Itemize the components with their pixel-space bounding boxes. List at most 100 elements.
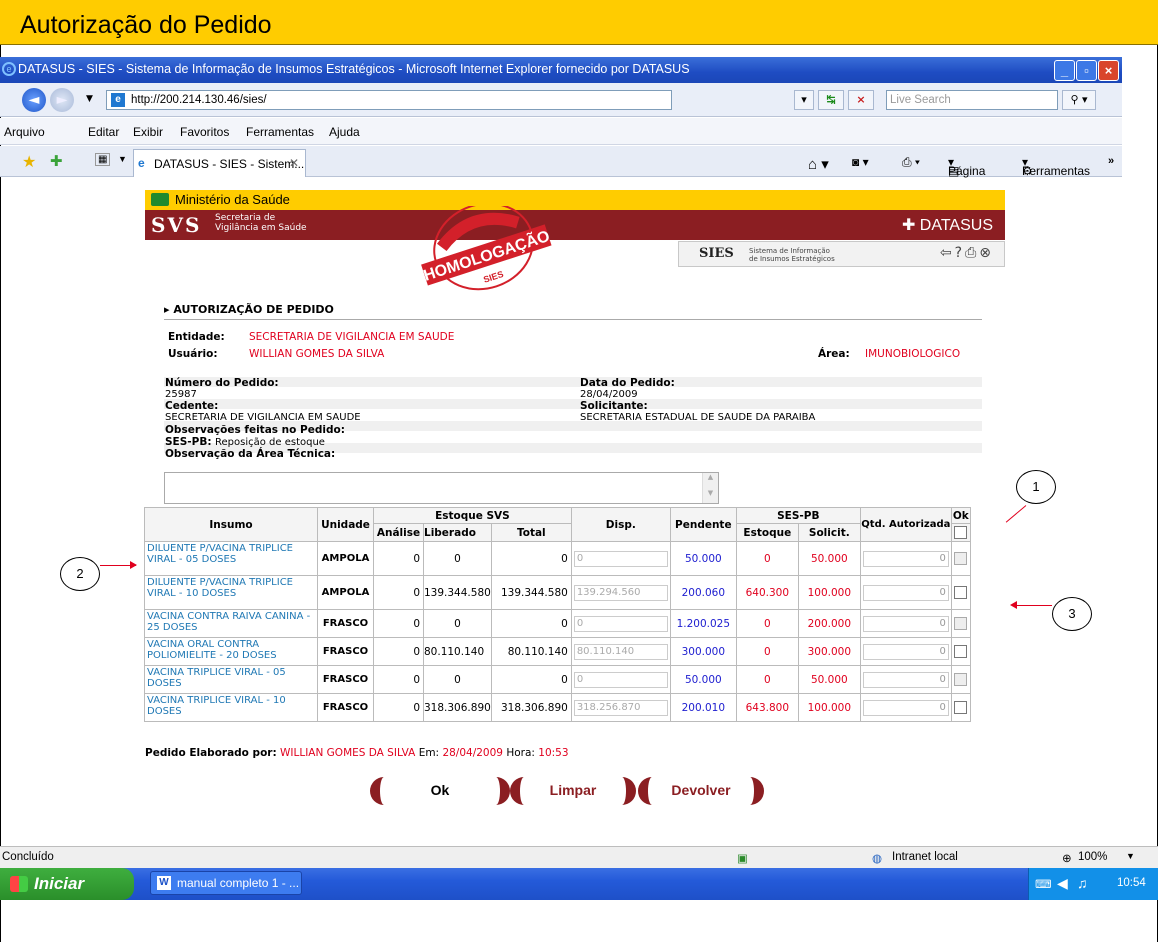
- obs-tecnica-textarea[interactable]: ▲ ▼: [164, 472, 719, 504]
- feeds-icon[interactable]: ◙ ▾: [852, 155, 869, 169]
- keyboard-icon[interactable]: ⌨: [1035, 877, 1052, 891]
- obs-value: Reposição de estoque: [215, 437, 325, 448]
- speaker-icon[interactable]: ♫: [1077, 875, 1088, 891]
- insumo-link[interactable]: VACINA TRIPLICE VIRAL - 05 DOSES: [144, 665, 318, 694]
- status-page-icon: ▣: [737, 853, 748, 865]
- analise-cell: 0: [373, 541, 424, 576]
- tab-ie-icon: e: [138, 156, 145, 170]
- ok-checkbox[interactable]: [954, 552, 968, 565]
- maximize-button[interactable]: ▫: [1076, 60, 1097, 81]
- tab-list-icon[interactable]: ▼: [118, 154, 127, 164]
- close-tab-icon[interactable]: ✕: [289, 156, 299, 170]
- analise-cell: 0: [373, 693, 424, 722]
- insumo-link[interactable]: VACINA TRIPLICE VIRAL - 10 DOSES: [144, 693, 318, 722]
- search-icon[interactable]: ⚲ ▾: [1062, 90, 1096, 110]
- forward-icon[interactable]: ►: [50, 88, 74, 112]
- home-icon[interactable]: ⌂ ▾: [808, 155, 829, 173]
- insumo-link[interactable]: DILUENTE P/VACINA TRIPLICE VIRAL - 05 DO…: [144, 541, 318, 576]
- clock: 10:54: [1117, 877, 1146, 889]
- search-input[interactable]: Live Search: [886, 90, 1058, 110]
- tab-datasus[interactable]: e DATASUS - SIES - Sistem... ✕: [133, 149, 306, 177]
- page-menu[interactable]: ▤ Página ▾: [948, 155, 985, 178]
- ok-checkbox[interactable]: [954, 645, 968, 658]
- unidade-cell: FRASCO: [317, 665, 374, 694]
- devolver-button[interactable]: Devolver: [638, 777, 764, 805]
- sies-toolbar: SIES Sistema de Informação de Insumos Est…: [678, 241, 1005, 267]
- qtd-autorizada-input[interactable]: 0: [862, 699, 949, 716]
- disp-cell: 139.294.560: [570, 575, 671, 610]
- menu-arquivo[interactable]: Arquivo: [4, 125, 45, 139]
- sies-logo: SIES: [699, 246, 734, 261]
- qtd-autorizada-input[interactable]: 0: [862, 643, 949, 660]
- help-icon[interactable]: ?: [955, 245, 965, 261]
- qtd-autorizada-input[interactable]: 0: [862, 671, 949, 688]
- zoom-dropdown-icon[interactable]: ▼: [1126, 851, 1135, 861]
- menu-ajuda[interactable]: Ajuda: [329, 125, 360, 139]
- table-row: DILUENTE P/VACINA TRIPLICE VIRAL - 10 DO…: [144, 575, 971, 610]
- menu-exibir[interactable]: Exibir: [133, 125, 163, 139]
- menu-favoritos[interactable]: Favoritos: [180, 125, 229, 139]
- liberado-cell: 0: [423, 665, 492, 694]
- disp-input[interactable]: 0: [573, 671, 668, 688]
- ok-checkbox[interactable]: [954, 673, 968, 686]
- disp-input[interactable]: 0: [573, 615, 668, 632]
- disp-input[interactable]: 139.294.560: [573, 584, 668, 601]
- history-dropdown-icon[interactable]: ▼: [86, 94, 93, 104]
- ok-checkbox[interactable]: [954, 617, 968, 630]
- ok-checkbox[interactable]: [954, 701, 968, 714]
- section-title: ▸ AUTORIZAÇÃO DE PEDIDO: [164, 303, 982, 320]
- select-all-checkbox[interactable]: [954, 526, 968, 539]
- ministry-label: Ministério da Saúde: [175, 192, 290, 207]
- close-window-button[interactable]: ×: [1098, 60, 1119, 81]
- stop-icon[interactable]: ×: [848, 90, 874, 110]
- disp-input[interactable]: 80.110.140: [573, 643, 668, 660]
- tab-bar: ★ ✚ ▦ ▼ e DATASUS - SIES - Sistem... ✕ ⌂…: [0, 146, 1122, 178]
- qtd-autorizada-input[interactable]: 0: [862, 550, 949, 567]
- print-icon[interactable]: ⎙ ▾: [902, 155, 920, 170]
- analise-cell: 0: [373, 609, 424, 638]
- minimize-button[interactable]: _: [1054, 60, 1075, 81]
- table-row: DILUENTE P/VACINA TRIPLICE VIRAL - 05 DO…: [144, 541, 971, 576]
- ok-checkbox[interactable]: [954, 586, 968, 599]
- zoom-icon[interactable]: ⊕: [1062, 851, 1072, 865]
- address-dropdown-icon[interactable]: ▾: [794, 90, 814, 110]
- insumo-link[interactable]: VACINA ORAL CONTRA POLIOMIELITE - 20 DOS…: [144, 637, 318, 666]
- insumo-link[interactable]: DILUENTE P/VACINA TRIPLICE VIRAL - 10 DO…: [144, 575, 318, 610]
- back-icon[interactable]: ◄: [22, 88, 46, 112]
- back-circle-icon[interactable]: ⇦: [940, 245, 955, 261]
- start-button[interactable]: Iniciar: [0, 868, 134, 900]
- disp-input[interactable]: 318.256.870: [573, 699, 668, 716]
- print-circle-icon[interactable]: ⎙: [965, 245, 979, 261]
- tools-menu[interactable]: ⚙ Ferramentas ▾: [1022, 155, 1090, 178]
- address-input[interactable]: e http://200.214.130.46/sies/: [106, 90, 672, 110]
- add-favorite-icon[interactable]: ✚: [50, 152, 63, 170]
- zoom-label[interactable]: 100%: [1078, 851, 1107, 863]
- start-label: Iniciar: [34, 874, 85, 893]
- network-icon[interactable]: ◀: [1057, 875, 1068, 892]
- insumo-link[interactable]: VACINA CONTRA RAIVA CANINA - 25 DOSES: [144, 609, 318, 638]
- textarea-scrollbar[interactable]: ▲ ▼: [702, 473, 718, 503]
- qtd-autorizada-input[interactable]: 0: [862, 584, 949, 601]
- menu-editar[interactable]: Editar: [88, 125, 119, 139]
- page-content: Ministério da Saúde SVS Secretaria de Vig…: [1, 178, 1121, 846]
- entidade-value: SECRETARIA DE VIGILANCIA EM SAUDE: [249, 331, 455, 343]
- system-tray: ⌨ ◀ ♫ 10:54: [1028, 868, 1158, 900]
- qtd-autorizada-input[interactable]: 0: [862, 615, 949, 632]
- quick-tabs-icon[interactable]: ▦: [95, 153, 111, 166]
- refresh-icon[interactable]: ↹: [818, 90, 844, 110]
- disp-input[interactable]: 0: [573, 550, 668, 567]
- limpar-button[interactable]: Limpar: [510, 777, 636, 805]
- status-text: Concluído: [2, 851, 54, 863]
- favorites-star-icon[interactable]: ★: [22, 152, 36, 172]
- ok-button[interactable]: Ok: [370, 777, 510, 805]
- solicitante-label: Solicitante:: [580, 400, 648, 412]
- pendente-cell: 1.200.025: [669, 609, 737, 638]
- footer-date: 28/04/2009: [442, 747, 503, 759]
- chevron-more-icon[interactable]: »: [1108, 155, 1114, 167]
- footer-em-label: Em:: [418, 747, 440, 759]
- taskbar-item-word[interactable]: W manual completo 1 - ...: [150, 871, 302, 895]
- section-title-label: AUTORIZAÇÃO DE PEDIDO: [173, 303, 334, 316]
- exit-icon[interactable]: ⊗: [979, 245, 994, 261]
- estoque-cell: 0: [735, 541, 799, 576]
- menu-ferramentas[interactable]: Ferramentas: [246, 125, 314, 139]
